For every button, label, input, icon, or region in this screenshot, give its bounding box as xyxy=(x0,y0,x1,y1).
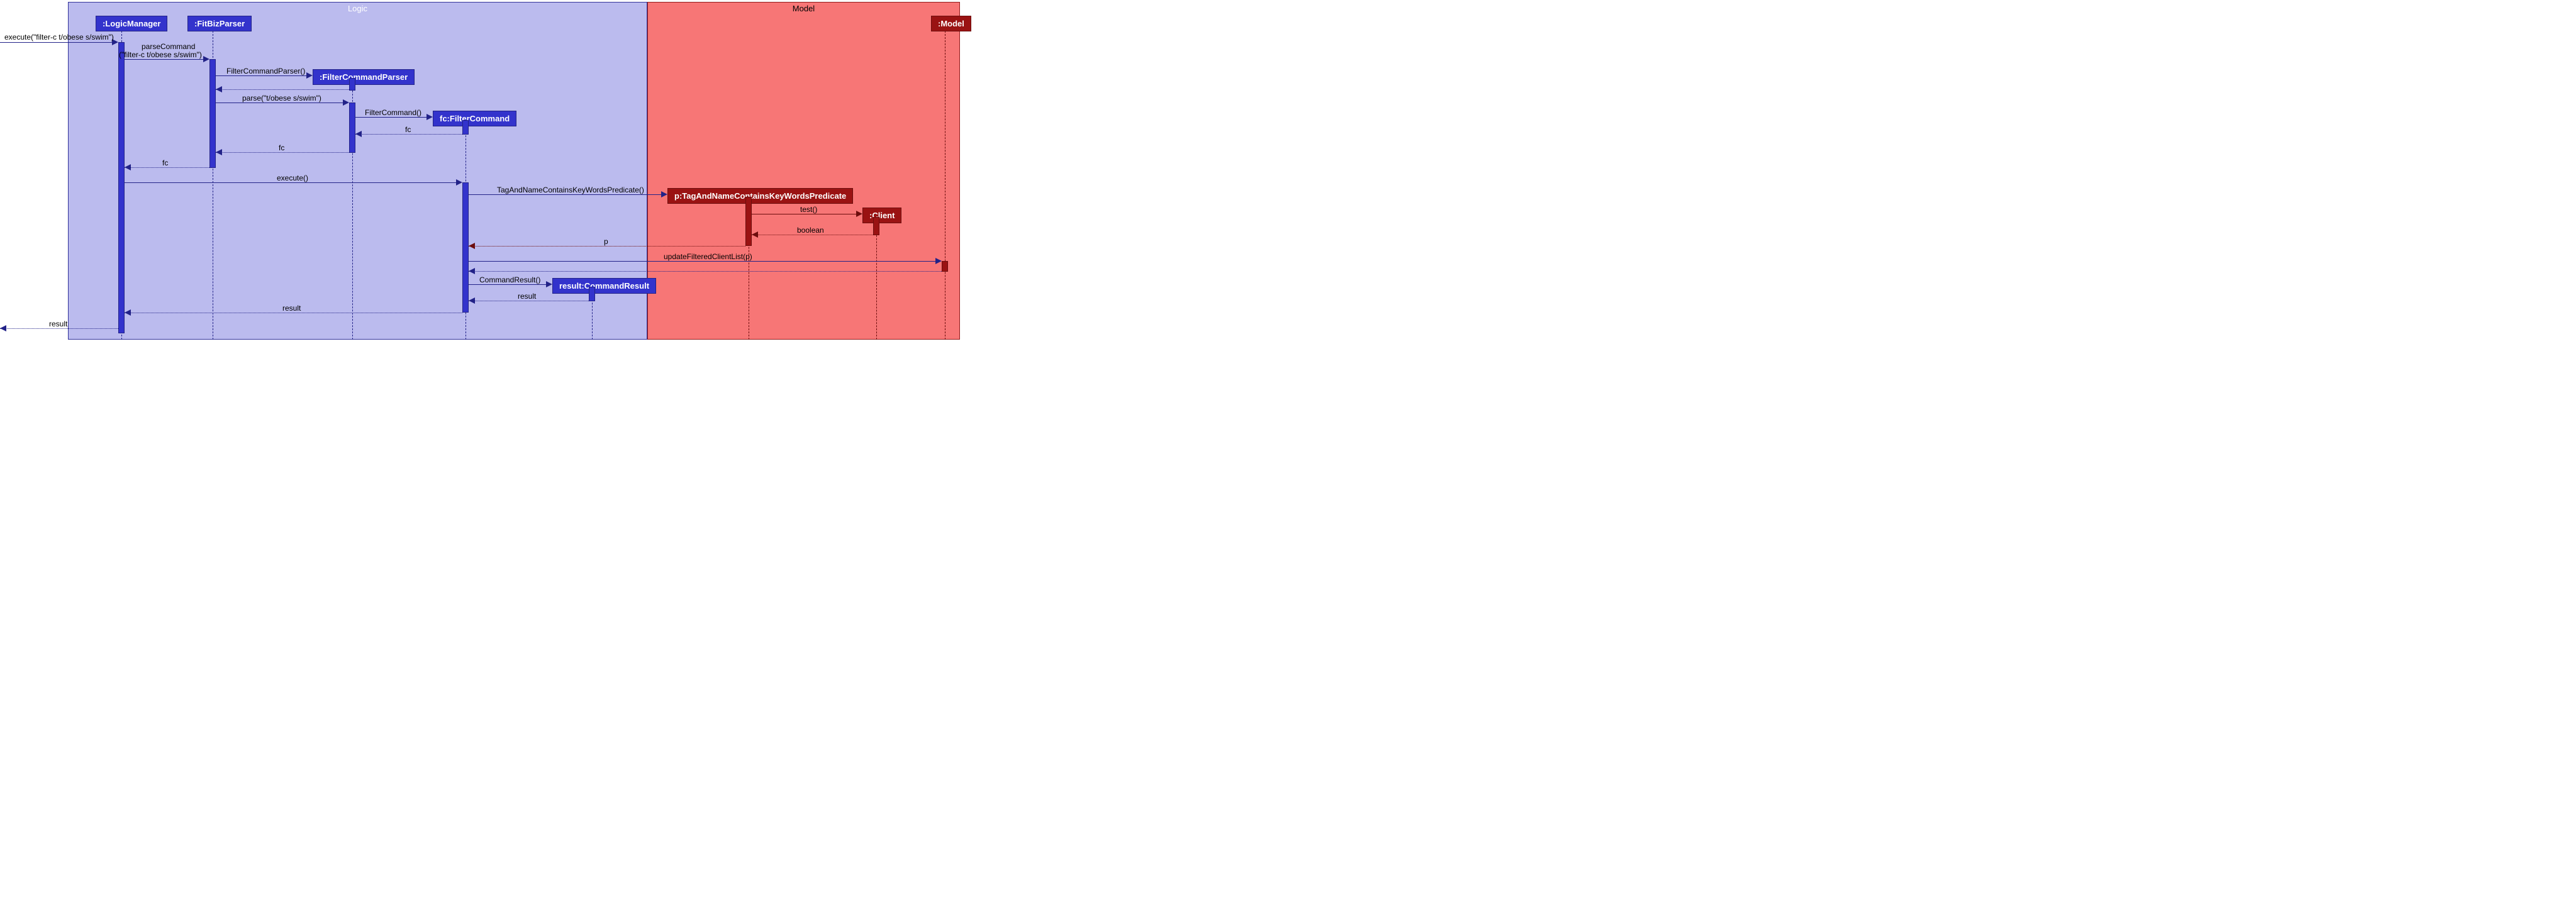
frame-model-title: Model xyxy=(648,3,959,14)
msg-ret-result3 xyxy=(0,328,118,329)
label-execute2: execute() xyxy=(277,174,308,182)
participant-commandresult: result:CommandResult xyxy=(552,278,656,294)
arrow-icon xyxy=(856,211,862,217)
lifeline-client xyxy=(876,223,877,340)
activation-logicmanager xyxy=(118,42,125,333)
arrow-icon xyxy=(125,164,131,170)
msg-ret-updatelist xyxy=(469,271,942,272)
label-ret-result3: result xyxy=(49,319,67,328)
arrow-icon xyxy=(427,114,433,120)
arrow-icon xyxy=(125,309,131,316)
label-parse: parse("t/obese s/swim") xyxy=(242,94,321,103)
arrow-icon xyxy=(469,268,475,274)
arrow-icon xyxy=(546,281,552,287)
participant-filtercommandparser: :FilterCommandParser xyxy=(313,69,415,85)
arrow-icon xyxy=(216,86,222,92)
arrow-icon xyxy=(343,99,349,106)
label-new-pred: TagAndNameContainsKeyWordsPredicate() xyxy=(497,186,644,194)
arrow-icon xyxy=(935,258,942,264)
arrow-icon xyxy=(661,191,667,197)
msg-ret-fc3 xyxy=(125,167,209,168)
label-ret-fc1: fc xyxy=(405,125,411,134)
label-parsecommand-1: parseCommand xyxy=(142,42,195,51)
label-execute-in: execute("filter-c t/obese s/swim") xyxy=(4,33,114,42)
participant-model: :Model xyxy=(931,16,971,31)
activation-fcp-2 xyxy=(349,103,355,153)
arrow-icon xyxy=(306,72,313,79)
label-ret-fc2: fc xyxy=(279,143,284,152)
sequence-diagram: Logic Model :LogicManager :FitBizParser … xyxy=(0,0,2576,905)
activation-fitbizparser xyxy=(209,59,216,168)
activation-model xyxy=(942,261,948,272)
frame-logic-title: Logic xyxy=(69,3,647,14)
activation-fc-2 xyxy=(462,182,469,313)
label-ret-result2: result xyxy=(282,304,301,313)
label-ret-p: p xyxy=(604,237,608,246)
msg-ret-fc2 xyxy=(216,152,349,153)
msg-ret-fcp xyxy=(216,89,349,90)
arrow-icon xyxy=(456,179,462,186)
participant-fitbizparser: :FitBizParser xyxy=(187,16,252,31)
arrow-icon xyxy=(355,131,362,137)
label-ret-result1: result xyxy=(518,292,536,301)
label-ret-bool: boolean xyxy=(797,226,824,235)
msg-parsecommand xyxy=(125,59,208,60)
label-new-fc: FilterCommand() xyxy=(365,108,421,117)
frame-model: Model xyxy=(647,2,960,340)
label-test: test() xyxy=(800,205,817,214)
msg-execute2 xyxy=(125,182,461,183)
label-updatelist: updateFilteredClientList(p) xyxy=(664,252,752,261)
msg-new-pred xyxy=(469,194,666,195)
participant-logicmanager: :LogicManager xyxy=(96,16,167,31)
participant-filtercommand: fc:FilterCommand xyxy=(433,111,516,126)
msg-execute-in xyxy=(0,42,117,43)
activation-client xyxy=(873,217,879,235)
participant-predicate: p:TagAndNameContainsKeyWordsPredicate xyxy=(667,188,853,204)
arrow-icon xyxy=(469,297,475,304)
label-new-cr: CommandResult() xyxy=(479,275,540,284)
arrow-icon xyxy=(0,325,6,331)
msg-new-fc xyxy=(355,117,432,118)
label-parsecommand-2: ("filter-c t/obese s/swim") xyxy=(119,50,202,59)
participant-client: :Client xyxy=(862,208,901,223)
activation-fc-1 xyxy=(462,120,469,135)
label-new-fcp: FilterCommandParser() xyxy=(226,67,305,75)
msg-ret-fc1 xyxy=(355,134,462,135)
activation-pred xyxy=(745,197,752,246)
arrow-icon xyxy=(203,56,209,62)
arrow-icon xyxy=(216,149,222,155)
msg-ret-p xyxy=(469,246,745,247)
arrow-icon xyxy=(752,231,758,238)
msg-updatelist xyxy=(469,261,940,262)
activation-fcp-1 xyxy=(349,78,355,91)
msg-new-cr xyxy=(469,284,551,285)
msg-new-fcp xyxy=(216,75,311,76)
label-ret-fc3: fc xyxy=(162,158,168,167)
activation-cr xyxy=(589,287,595,301)
arrow-icon xyxy=(469,243,475,249)
